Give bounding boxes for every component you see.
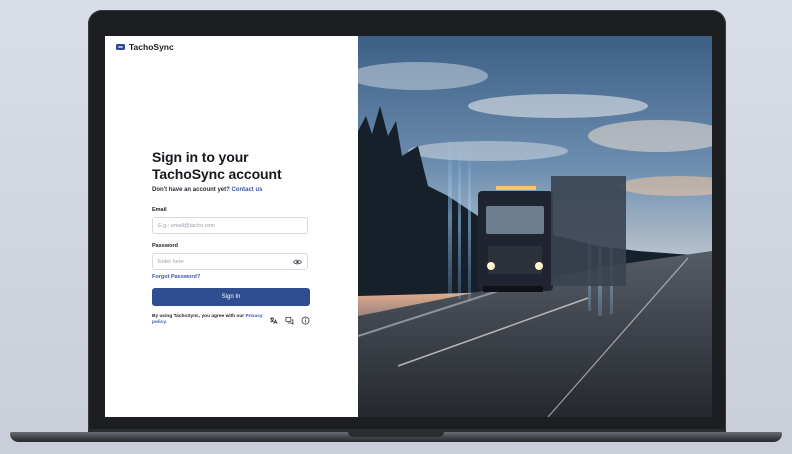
laptop-notch	[348, 432, 444, 437]
footer-icons	[269, 316, 310, 325]
form-footer: By using TachoSync, you agree with our P…	[152, 314, 310, 326]
page-title: Sign in to your TachoSync account	[152, 149, 282, 182]
chat-icon[interactable]	[285, 316, 294, 325]
eye-icon[interactable]	[293, 258, 302, 266]
sign-in-form: Sign in to your TachoSync account Don't …	[152, 149, 310, 326]
password-field[interactable]: Enter here	[152, 253, 308, 270]
truck-on-highway-photo	[358, 36, 712, 417]
password-label: Password	[152, 243, 178, 249]
app-logo: TachoSync	[116, 42, 174, 52]
info-icon[interactable]	[301, 316, 310, 325]
language-icon[interactable]	[269, 316, 278, 325]
app-name: TachoSync	[129, 42, 174, 52]
sign-in-button[interactable]: Sign In	[152, 288, 310, 306]
email-label: Email	[152, 207, 167, 213]
screen: TachoSync Sign in to your TachoSync acco…	[105, 36, 712, 417]
login-panel: TachoSync Sign in to your TachoSync acco…	[105, 36, 358, 417]
privacy-notice-text: By using TachoSync, you agree with our	[152, 314, 245, 319]
hero-image	[358, 36, 712, 417]
logo-icon	[116, 44, 125, 50]
signup-prompt-text: Don't have an account yet?	[152, 187, 230, 193]
password-placeholder: Enter here	[158, 258, 184, 265]
email-field[interactable]: E.g.: email@tacho.com	[152, 217, 308, 234]
contact-us-link[interactable]: Contact us	[231, 187, 262, 193]
signup-prompt: Don't have an account yet? Contact us	[152, 187, 310, 193]
email-placeholder: E.g.: email@tacho.com	[158, 222, 215, 229]
sign-in-button-label: Sign In	[221, 294, 241, 300]
privacy-notice: By using TachoSync, you agree with our P…	[152, 314, 269, 326]
forgot-password-link[interactable]: Forgot Password?	[152, 274, 310, 280]
